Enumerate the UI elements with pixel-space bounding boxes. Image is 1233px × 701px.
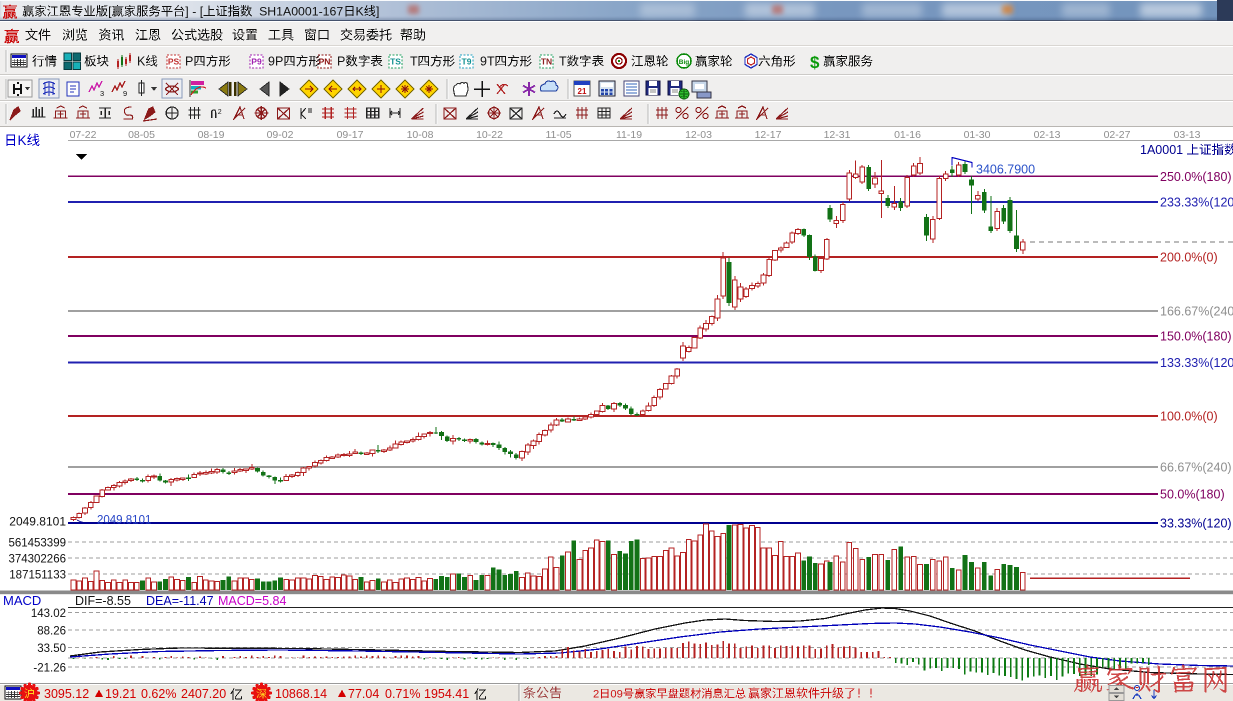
svg-text:TS: TS — [390, 57, 401, 67]
svg-text:3406.7900: 3406.7900 — [976, 163, 1035, 177]
svg-text:100.0%(0): 100.0%(0) — [1160, 410, 1218, 424]
svg-text:02-27: 02-27 — [1104, 129, 1131, 141]
svg-text:143.02: 143.02 — [31, 608, 66, 620]
svg-text:150.0%(180): 150.0%(180) — [1160, 330, 1232, 344]
svg-text:09-17: 09-17 — [337, 129, 364, 141]
svg-text:[: [ — [108, 5, 112, 19]
svg-text:50.0%(180): 50.0%(180) — [1160, 488, 1225, 502]
svg-text:2407.20: 2407.20 — [181, 687, 226, 701]
svg-text:1954.41: 1954.41 — [424, 687, 469, 701]
svg-text:01-16: 01-16 — [894, 129, 921, 141]
svg-text:DEA=-11.47: DEA=-11.47 — [146, 594, 214, 608]
svg-text:88.26: 88.26 — [37, 626, 66, 638]
svg-text:2: 2 — [218, 109, 222, 116]
svg-text:09-02: 09-02 — [267, 129, 294, 141]
svg-text:K: K — [137, 55, 146, 69]
svg-text:-: - — [192, 5, 196, 19]
svg-text:374302266: 374302266 — [8, 554, 66, 566]
svg-text:250.0%(180): 250.0%(180) — [1160, 170, 1232, 184]
svg-text:$: $ — [810, 53, 820, 72]
svg-text:2049.8101: 2049.8101 — [97, 515, 151, 527]
svg-text:MACD: MACD — [3, 593, 41, 608]
svg-text:PS: PS — [168, 57, 180, 67]
svg-text:K: K — [356, 5, 365, 19]
svg-text:12-31: 12-31 — [824, 129, 851, 141]
svg-text:33.33%(120): 33.33%(120) — [1160, 517, 1232, 531]
svg-text:133.33%(120): 133.33%(120) — [1160, 356, 1233, 370]
svg-text:3095.12: 3095.12 — [44, 687, 89, 701]
svg-text:9P: 9P — [268, 55, 283, 69]
svg-text:TN: TN — [541, 57, 552, 67]
svg-text:SH1A0001-167: SH1A0001-167 — [259, 5, 343, 19]
svg-text:08-19: 08-19 — [198, 129, 225, 141]
svg-text:10-22: 10-22 — [476, 129, 503, 141]
svg-text:33.50: 33.50 — [37, 643, 66, 655]
svg-text:9T: 9T — [480, 55, 495, 69]
svg-text:187151133: 187151133 — [9, 570, 66, 582]
svg-text:11-19: 11-19 — [616, 129, 642, 141]
svg-text:T9: T9 — [462, 57, 472, 67]
svg-text:0.71%: 0.71% — [385, 687, 420, 701]
svg-text:08-05: 08-05 — [128, 129, 155, 141]
svg-text:]: ] — [185, 5, 188, 19]
svg-text:77.04: 77.04 — [348, 687, 379, 701]
svg-text:01-30: 01-30 — [964, 129, 991, 141]
svg-text:K: K — [18, 133, 27, 148]
svg-text:66.67%(240): 66.67%(240) — [1160, 461, 1232, 475]
svg-text:Big: Big — [679, 59, 690, 66]
svg-text:12-03: 12-03 — [685, 129, 712, 141]
svg-text:MACD=5.84: MACD=5.84 — [218, 594, 286, 608]
svg-text:P: P — [185, 55, 193, 69]
svg-text:11-05: 11-05 — [545, 129, 571, 141]
svg-text:PN: PN — [319, 57, 331, 67]
svg-text:]: ] — [376, 5, 379, 19]
svg-text:2: 2 — [593, 689, 599, 701]
svg-text:03-13: 03-13 — [1174, 129, 1201, 141]
svg-text:P9: P9 — [251, 57, 262, 67]
svg-text:DIF=-8.55: DIF=-8.55 — [75, 594, 131, 608]
svg-text:T: T — [559, 55, 567, 69]
svg-text:19.21: 19.21 — [105, 687, 136, 701]
svg-text:09: 09 — [610, 689, 622, 701]
svg-text:10-08: 10-08 — [407, 129, 434, 141]
svg-text:561453399: 561453399 — [8, 538, 66, 550]
svg-text:200.0%(0): 200.0%(0) — [1160, 251, 1218, 265]
svg-text:3: 3 — [100, 89, 104, 98]
svg-text:07-22: 07-22 — [70, 129, 97, 141]
svg-text:P: P — [337, 55, 345, 69]
svg-text:[: [ — [200, 5, 204, 19]
svg-text:21: 21 — [578, 87, 587, 96]
svg-text:-21.26: -21.26 — [33, 663, 66, 675]
svg-text:2049.8101: 2049.8101 — [9, 515, 66, 529]
svg-text:233.33%(120): 233.33%(120) — [1160, 196, 1233, 210]
svg-text:1A0001: 1A0001 — [1140, 143, 1183, 157]
svg-text:0.62%: 0.62% — [141, 687, 176, 701]
svg-text:10868.14: 10868.14 — [275, 687, 327, 701]
svg-text:9: 9 — [123, 89, 127, 98]
svg-text:166.67%(240): 166.67%(240) — [1160, 305, 1233, 319]
svg-text:12-17: 12-17 — [755, 129, 782, 141]
svg-text:T: T — [410, 55, 418, 69]
svg-text:02-13: 02-13 — [1034, 129, 1061, 141]
